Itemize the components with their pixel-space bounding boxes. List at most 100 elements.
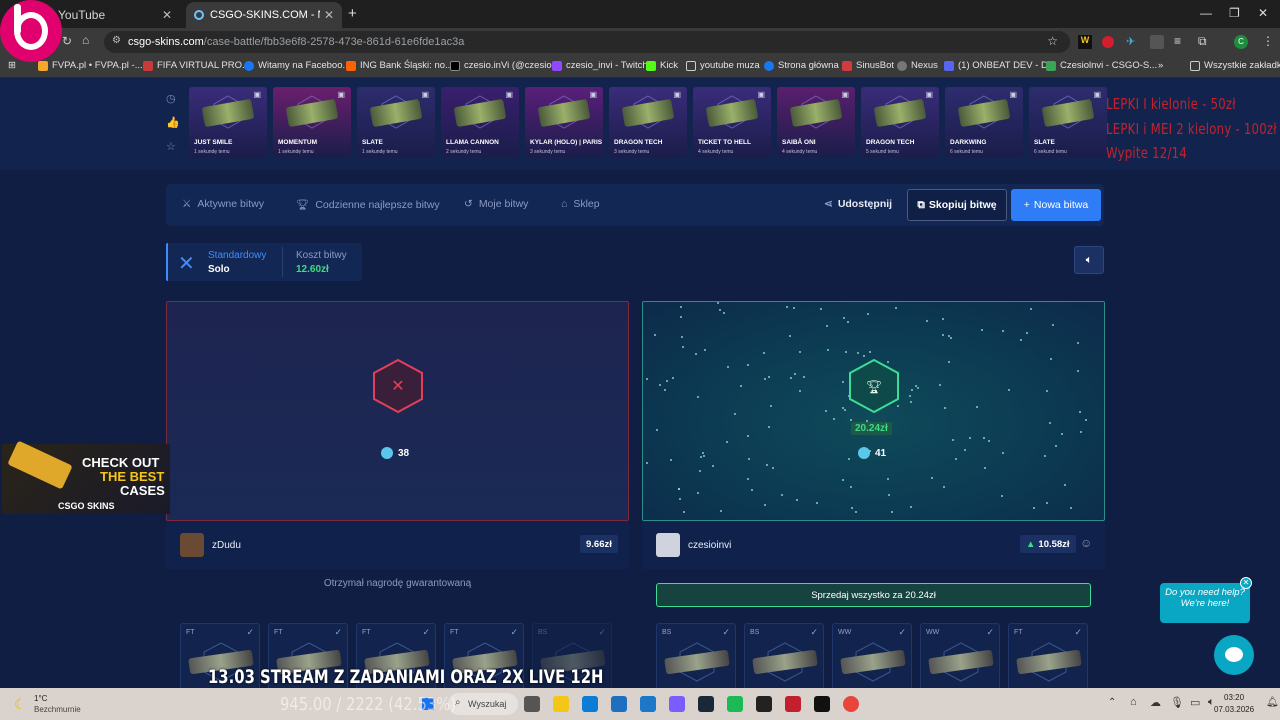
bookmark-item[interactable]: (1) ONBEAT DEV - D...: [944, 60, 1056, 71]
tray-app-icon[interactable]: ⌂: [1130, 696, 1137, 708]
close-tab-icon[interactable]: ✕: [324, 8, 334, 22]
live-drop-card[interactable]: ▣ SLATE 6 sekund temu: [1029, 87, 1107, 157]
chat-button[interactable]: [1214, 635, 1254, 675]
more-bookmarks-icon[interactable]: »: [1158, 60, 1163, 71]
skin-item-card[interactable]: BS ✓: [744, 623, 824, 688]
bookmark-item[interactable]: youtube muza: [686, 60, 760, 71]
live-drop-card[interactable]: ▣ TICKET TO HELL 4 sekundy temu: [693, 87, 771, 157]
skin-item-card[interactable]: WW ✓: [832, 623, 912, 688]
taskbar-app-icon[interactable]: [814, 696, 830, 712]
player-name[interactable]: czesioinvi: [688, 540, 731, 551]
star-icon[interactable]: ☆: [166, 140, 176, 153]
taskbar-app-icon[interactable]: [756, 696, 772, 712]
minimize-icon[interactable]: —: [1200, 6, 1212, 20]
star-particle: [1080, 431, 1082, 433]
star-particle: [855, 511, 857, 513]
tray-network-icon[interactable]: ▭: [1190, 696, 1200, 709]
drop-name: SAIBĀ ONI: [782, 139, 816, 146]
live-drop-card[interactable]: ▣ JUST SMILE 1 sekundę temu: [189, 87, 267, 157]
extensions-puzzle-icon[interactable]: ⧉: [1198, 34, 1207, 49]
notifications-icon[interactable]: 🔔︎: [1266, 697, 1279, 708]
taskbar-app-icon[interactable]: [843, 696, 859, 712]
live-drop-card[interactable]: ▣ KYLAR (HOLO) | PARIS 2025 3 sekundy temu: [525, 87, 603, 157]
player-name[interactable]: zDudu: [212, 540, 241, 551]
sound-toggle-button[interactable]: 🔈︎: [1074, 246, 1104, 274]
taskbar-app-icon[interactable]: [553, 696, 569, 712]
nav-daily-best[interactable]: 🏆︎ Codzienne najlepsze bitwy: [296, 198, 440, 212]
extension-translate-icon[interactable]: ✈: [1126, 35, 1135, 48]
star-particle: [748, 458, 750, 460]
tray-cloud-icon[interactable]: ☁: [1150, 696, 1161, 709]
taskbar-app-icon[interactable]: [524, 696, 540, 712]
media-icon[interactable]: ≡: [1174, 34, 1181, 48]
extension-w-icon[interactable]: W: [1078, 35, 1092, 49]
browser-menu-icon[interactable]: ⋮: [1262, 34, 1274, 48]
bookmark-item[interactable]: czesio.inVi (@czesio...: [450, 60, 560, 71]
live-drop-card[interactable]: ▣ SAIBĀ ONI 4 sekundy temu: [777, 87, 855, 157]
close-help-icon[interactable]: ✕: [1240, 577, 1252, 589]
home-icon[interactable]: ⌂: [82, 33, 89, 47]
url-field[interactable]: ⚙ csgo-skins.com/case-battle/fbb3e6f8-25…: [104, 31, 1070, 53]
smiley-icon[interactable]: ☺: [1080, 536, 1092, 550]
taskbar-search[interactable]: ⌕ Wyszukaj: [448, 693, 518, 715]
clock-icon[interactable]: ◷: [166, 92, 176, 105]
live-drop-card[interactable]: ▣ SLATE 1 sekundę temu: [357, 87, 435, 157]
taskbar-app-icon[interactable]: [727, 696, 743, 712]
bookmark-item[interactable]: Kick: [646, 60, 678, 71]
live-drop-card[interactable]: ▣ MOMENTUM 1 sekundę temu: [273, 87, 351, 157]
star-particle: [683, 511, 685, 513]
skin-item-card[interactable]: WW ✓: [920, 623, 1000, 688]
reload-icon[interactable]: ↻: [62, 34, 72, 48]
bookmark-item[interactable]: SinusBot: [842, 60, 894, 71]
live-drop-card[interactable]: ▣ DRAGON TECH 3 sekundy temu: [609, 87, 687, 157]
all-bookmarks[interactable]: Wszystkie zakładki: [1190, 60, 1280, 71]
help-bubble[interactable]: Do you need help? We're here! ✕: [1160, 577, 1252, 623]
bookmark-star-icon[interactable]: ☆: [1047, 34, 1058, 48]
nav-my-battles[interactable]: ↺ Moje bitwy: [464, 198, 528, 210]
skin-item-card[interactable]: FT ✓: [1008, 623, 1088, 688]
bookmark-item[interactable]: Strona główna: [764, 60, 839, 71]
apps-grid-icon[interactable]: ⊞: [8, 60, 16, 71]
tab-csgo-skins[interactable]: CSGO-SKINS.COM - Najlep ✕: [186, 2, 342, 28]
bookmark-item[interactable]: czesio_invi - Twitch: [552, 60, 648, 71]
copy-battle-button[interactable]: ⧉ Skopiuj bitwę: [907, 189, 1007, 221]
bookmark-item[interactable]: Czesiolnvi - CSGO-S...: [1046, 60, 1157, 71]
nav-shop[interactable]: ⌂ Sklep: [561, 198, 600, 210]
new-battle-button[interactable]: + Nowa bitwa: [1011, 189, 1101, 221]
extension-red-icon[interactable]: [1102, 36, 1114, 48]
bookmark-item[interactable]: FIFA VIRTUAL PRO...: [143, 60, 250, 71]
avatar[interactable]: [656, 533, 680, 557]
taskbar-app-icon[interactable]: [785, 696, 801, 712]
site-info-icon[interactable]: ⚙: [112, 35, 121, 46]
bookmark-item[interactable]: ING Bank Śląski: no...: [346, 60, 453, 71]
promo-banner[interactable]: CHECK OUT THE BEST CASES CSGO SKINS: [2, 440, 170, 514]
thumbs-up-icon[interactable]: 👍: [166, 116, 180, 129]
drop-time: 3 sekundy temu: [614, 149, 650, 155]
taskbar-app-icon[interactable]: [669, 696, 685, 712]
skin-item-card[interactable]: BS ✓: [656, 623, 736, 688]
live-drop-card[interactable]: ▣ DARKWING 6 sekund temu: [945, 87, 1023, 157]
taskbar-app-icon[interactable]: [582, 696, 598, 712]
taskbar-app-icon[interactable]: [640, 696, 656, 712]
sell-all-button[interactable]: Sprzedaj wszystko za 20.24zł: [656, 583, 1091, 607]
close-tab-icon[interactable]: ✕: [162, 8, 172, 22]
tray-mic-icon[interactable]: 🎙︎: [1170, 696, 1184, 709]
bookmark-item[interactable]: FVPA.pl • FVPA.pl -...: [38, 60, 143, 71]
nav-active-battles[interactable]: ⚔ Aktywne bitwy: [182, 198, 264, 210]
share-button[interactable]: ⋖ Udostępnij: [824, 198, 892, 210]
live-drop-card[interactable]: ▣ LLAMA CANNON 2 sekundy temu: [441, 87, 519, 157]
close-window-icon[interactable]: ✕: [1258, 6, 1268, 20]
guaranteed-reward-text: Otrzymał nagrodę gwarantowaną: [323, 578, 472, 589]
tray-chevron-icon[interactable]: ⌃: [1108, 697, 1116, 708]
taskbar-app-icon[interactable]: [698, 696, 714, 712]
maximize-icon[interactable]: ❐: [1229, 6, 1240, 20]
extension-generic-icon[interactable]: [1150, 35, 1164, 49]
live-drop-card[interactable]: ▣ DRAGON TECH 5 sekund temu: [861, 87, 939, 157]
profile-avatar[interactable]: C: [1234, 35, 1248, 49]
new-tab-button[interactable]: +: [348, 5, 357, 22]
avatar[interactable]: [180, 533, 204, 557]
star-particle: [891, 511, 893, 513]
bookmark-item[interactable]: Nexus: [897, 60, 938, 71]
bookmark-item[interactable]: Witamy na Faceboo...: [244, 60, 350, 71]
taskbar-app-icon[interactable]: [611, 696, 627, 712]
